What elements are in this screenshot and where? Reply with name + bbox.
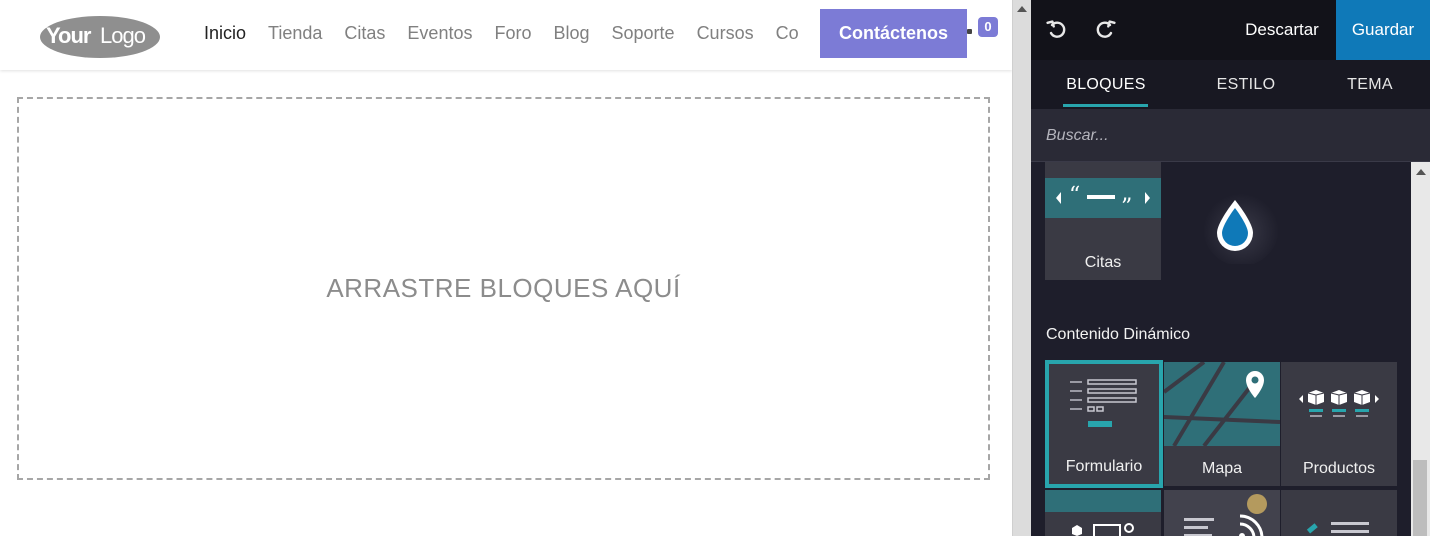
block-partial-3[interactable] (1281, 490, 1397, 536)
svg-text:Your: Your (46, 23, 92, 48)
search-bar (1031, 109, 1430, 162)
nav-cursos[interactable]: Cursos (697, 23, 754, 44)
water-drop-icon (1203, 190, 1279, 264)
undo-icon[interactable] (1044, 16, 1070, 42)
main-nav: Inicio Tienda Citas Eventos Foro Blog So… (204, 0, 799, 66)
block-formulario[interactable]: Formulario (1045, 360, 1163, 488)
site-scroll-up-icon[interactable] (1017, 6, 1027, 12)
tab-tema[interactable]: TEMA (1315, 60, 1425, 109)
products-icon (1281, 362, 1397, 446)
logo-graphic: Your Logo (40, 16, 160, 58)
block-productos[interactable]: Productos (1281, 362, 1397, 486)
blocks-list: “ ” Citas Contenido Dinámico Formulario … (1031, 162, 1411, 536)
site-scrollbar[interactable] (1012, 0, 1031, 536)
active-tab-indicator (1063, 104, 1148, 107)
block-label-mapa: Mapa (1201, 460, 1243, 477)
site-header: Your Logo Inicio Tienda Citas Eventos Fo… (0, 0, 1012, 70)
tab-bloques[interactable]: BLOQUES (1051, 60, 1161, 109)
blocks-scroll-thumb[interactable] (1413, 460, 1427, 536)
quotes-icon: “ ” (1045, 162, 1161, 246)
nav-blog[interactable]: Blog (553, 23, 589, 44)
redo-icon[interactable] (1092, 16, 1118, 42)
rss-icon (1164, 490, 1280, 536)
cart-icon[interactable] (967, 29, 972, 34)
search-input[interactable] (1031, 109, 1430, 162)
attachment-icon (1281, 490, 1397, 536)
block-label-productos: Productos (1302, 460, 1376, 477)
block-mapa[interactable]: Mapa (1164, 362, 1280, 486)
form-icon (1070, 379, 1137, 427)
contact-button[interactable]: Contáctenos (820, 9, 967, 58)
save-button[interactable]: Guardar (1336, 0, 1430, 60)
block-label-formulario: Formulario (1065, 458, 1143, 475)
editor-toolbar: Descartar Guardar (1031, 0, 1430, 60)
tab-estilo[interactable]: ESTILO (1191, 60, 1301, 109)
products-grid-icon (1045, 490, 1161, 536)
nav-truncated[interactable]: Co (776, 23, 799, 44)
nav-foro[interactable]: Foro (494, 23, 531, 44)
cart-count-badge[interactable]: 0 (978, 17, 998, 37)
editor-tabs: BLOQUES ESTILO TEMA (1031, 60, 1430, 109)
svg-text:”: ” (1121, 195, 1132, 220)
nav-tienda[interactable]: Tienda (268, 23, 322, 44)
site-logo[interactable]: Your Logo (38, 12, 162, 60)
nav-eventos[interactable]: Eventos (407, 23, 472, 44)
drop-zone[interactable]: ARRASTRE BLOQUES AQUÍ (17, 97, 990, 480)
website-preview: Your Logo Inicio Tienda Citas Eventos Fo… (0, 0, 1012, 536)
map-icon (1164, 362, 1280, 446)
block-citas[interactable]: “ ” Citas (1045, 162, 1161, 280)
svg-text:Logo: Logo (100, 23, 146, 48)
discard-button[interactable]: Descartar (1227, 0, 1337, 60)
drop-zone-text: ARRASTRE BLOQUES AQUÍ (326, 273, 681, 303)
svg-text:“: “ (1069, 183, 1080, 208)
nav-citas[interactable]: Citas (344, 23, 385, 44)
blocks-scroll-up-icon[interactable] (1416, 169, 1426, 175)
block-partial-2[interactable] (1164, 490, 1280, 536)
nav-inicio[interactable]: Inicio (204, 23, 246, 44)
block-label-citas: Citas (1084, 254, 1122, 271)
section-heading-dynamic: Contenido Dinámico (1046, 326, 1191, 343)
block-partial-1[interactable] (1045, 490, 1161, 536)
nav-soporte[interactable]: Soporte (612, 23, 675, 44)
